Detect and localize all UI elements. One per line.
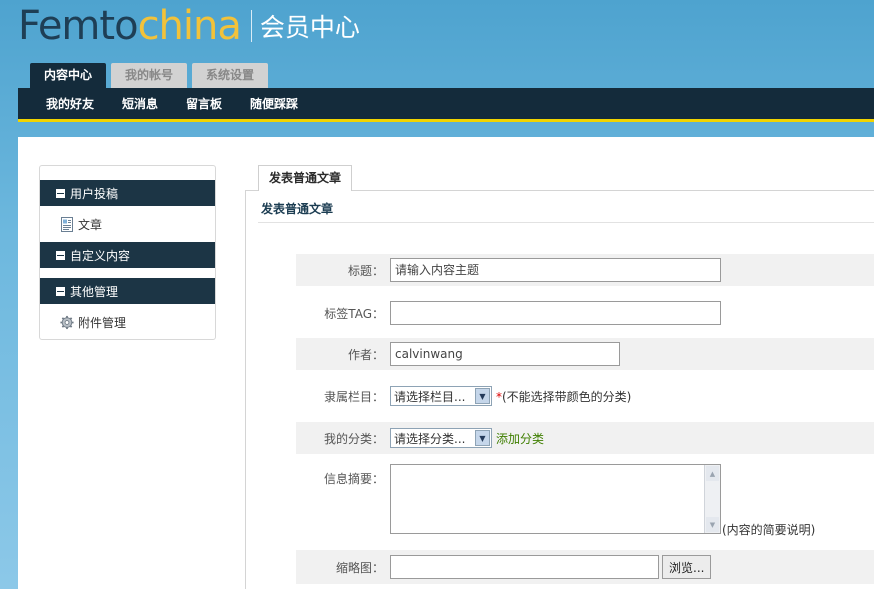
subnav-guestbook[interactable]: 留言板 — [186, 95, 222, 112]
logo-text-china: china — [137, 3, 242, 49]
sub-navigation: 我的好友 短消息 留言板 随便踩踩 — [18, 88, 874, 122]
thumbnail-file-input[interactable] — [390, 555, 659, 579]
scrollbar[interactable]: ▲ ▼ — [704, 465, 720, 533]
title-input[interactable]: 请输入内容主题 — [390, 258, 721, 282]
scroll-down-icon[interactable]: ▼ — [706, 517, 719, 532]
subnav-browse[interactable]: 随便踩踩 — [250, 95, 298, 112]
section-title: 发表普通文章 — [261, 202, 334, 216]
gear-icon — [60, 315, 74, 329]
content-area: 用户投稿 文章 自定义内容 其他管理 附件管理 发表普通文章 发表普通文章 标题… — [18, 137, 874, 589]
sidebar-section-label: 用户投稿 — [70, 186, 119, 201]
tab-content-center[interactable]: 内容中心 — [30, 63, 107, 88]
form-row-tag: 标签TAG： — [296, 297, 874, 329]
column-label: 隶属栏目： — [323, 389, 384, 404]
tab-post-article[interactable]: 发表普通文章 — [258, 165, 353, 191]
category-label: 我的分类： — [323, 431, 384, 446]
summary-textarea[interactable]: ▲ ▼ — [390, 464, 721, 534]
summary-label: 信息摘要： — [323, 472, 384, 486]
subnav-messages[interactable]: 短消息 — [122, 95, 158, 112]
sidebar-section-other[interactable]: 其他管理 — [40, 278, 215, 304]
sidebar-section-label: 自定义内容 — [70, 248, 131, 263]
tag-label: 标签TAG： — [324, 306, 384, 321]
browse-button[interactable]: 浏览... — [662, 555, 712, 579]
divider — [258, 222, 874, 223]
form-row-title: 标题： 请输入内容主题 — [296, 254, 874, 286]
tab-system-settings[interactable]: 系统设置 — [192, 63, 269, 88]
column-select[interactable]: 请选择栏目... ▼ — [390, 386, 492, 406]
logo-divider — [250, 10, 252, 42]
sidebar-section-contribution[interactable]: 用户投稿 — [40, 180, 215, 206]
column-select-value: 请选择栏目... — [394, 389, 466, 404]
summary-note: (内容的简要说明) — [722, 523, 816, 537]
scroll-up-icon[interactable]: ▲ — [706, 466, 719, 481]
subnav-my-friends[interactable]: 我的好友 — [46, 95, 94, 112]
sidebar-item-label: 附件管理 — [78, 315, 127, 330]
sidebar: 用户投稿 文章 自定义内容 其他管理 附件管理 — [39, 165, 216, 340]
logo-text-femto: Femto — [18, 3, 139, 49]
column-note: *(不能选择带颜色的分类) — [496, 388, 631, 405]
author-input[interactable]: calvinwang — [390, 342, 620, 366]
sidebar-section-custom-content[interactable]: 自定义内容 — [40, 242, 215, 268]
tab-my-account[interactable]: 我的帐号 — [111, 63, 188, 88]
tag-input[interactable] — [390, 301, 721, 325]
sidebar-section-label: 其他管理 — [70, 284, 119, 299]
sidebar-item-attachments[interactable]: 附件管理 — [40, 304, 215, 340]
logo: Femto china 会员中心 — [18, 3, 360, 49]
collapse-icon — [56, 250, 65, 260]
form-row-column: 隶属栏目： 请选择栏目... ▼ *(不能选择带颜色的分类) — [296, 380, 874, 412]
form-row-thumbnail: 缩略图： 浏览... — [296, 550, 874, 584]
category-select[interactable]: 请选择分类... ▼ — [390, 428, 492, 448]
form-row-summary: 信息摘要： ▲ ▼ (内容的简要说明) — [296, 464, 874, 540]
document-icon — [61, 216, 73, 232]
collapse-icon — [56, 188, 65, 198]
main-panel-border — [245, 190, 246, 589]
page-subtitle: 会员中心 — [259, 13, 360, 42]
chevron-down-icon: ▼ — [475, 388, 490, 404]
title-label: 标题： — [347, 263, 384, 278]
sidebar-item-label: 文章 — [78, 217, 103, 232]
thumbnail-label: 缩略图： — [335, 560, 384, 575]
add-category-link[interactable]: 添加分类 — [496, 430, 544, 447]
top-tabs: 内容中心 我的帐号 系统设置 — [30, 63, 269, 88]
form-row-category: 我的分类： 请选择分类... ▼ 添加分类 — [296, 422, 874, 454]
category-select-value: 请选择分类... — [394, 431, 466, 446]
form-row-author: 作者： calvinwang — [296, 338, 874, 370]
author-label: 作者： — [347, 347, 384, 362]
sidebar-item-article[interactable]: 文章 — [40, 206, 215, 242]
chevron-down-icon: ▼ — [475, 430, 490, 446]
collapse-icon — [56, 286, 65, 296]
column-note-text: (不能选择带颜色的分类) — [502, 389, 632, 404]
